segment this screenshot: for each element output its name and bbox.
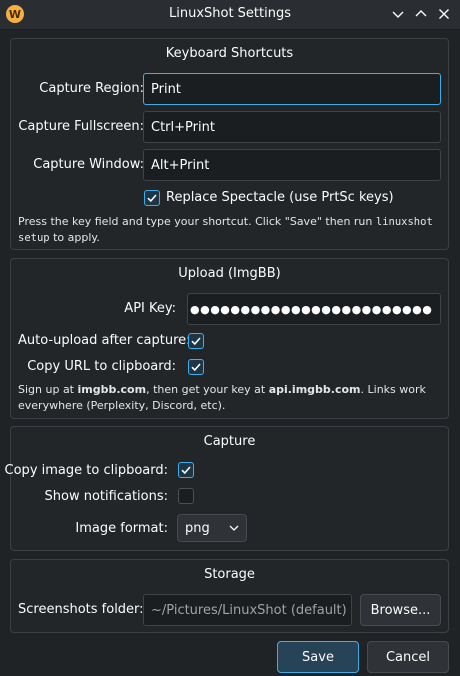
checkmark-icon (181, 466, 191, 475)
api-imgbb-link[interactable]: api.imgbb.com (269, 383, 361, 396)
save-button[interactable]: Save (277, 641, 359, 673)
close-button[interactable] (434, 4, 454, 24)
capture-fullscreen-field[interactable]: Ctrl+Print (143, 111, 441, 143)
api-key-label: API Key: (124, 301, 176, 316)
group-title-capture: Capture (203, 434, 256, 449)
replace-spectacle-label[interactable]: Replace Spectacle (use PrtSc keys) (166, 190, 394, 205)
maximize-button[interactable] (411, 4, 431, 24)
capture-window-label: Capture Window: (33, 157, 144, 172)
title-bar: W LinuxShot Settings (0, 0, 460, 30)
api-key-field[interactable]: ●●●●●●●●●●●●●●●●●●●●●●●● (187, 293, 441, 325)
keyboard-shortcuts-group: Keyboard Shortcuts Capture Region: Print… (10, 38, 449, 250)
chevron-down-icon (229, 525, 239, 531)
auto-upload-label: Auto-upload after capture: (18, 333, 191, 348)
copy-image-label: Copy image to clipboard: (4, 463, 168, 478)
capture-region-label: Capture Region: (39, 81, 144, 96)
group-title-storage: Storage (204, 567, 255, 582)
upload-hint: Sign up at imgbb.com, then get your key … (18, 383, 426, 412)
image-format-label: Image format: (75, 521, 168, 536)
auto-upload-checkbox[interactable] (188, 333, 204, 349)
group-title-keyboard: Keyboard Shortcuts (165, 46, 294, 61)
capture-group: Capture Copy image to clipboard: Show no… (5, 426, 449, 551)
chevron-up-icon (415, 10, 427, 17)
capture-region-field[interactable]: Print (143, 73, 441, 105)
image-format-select[interactable]: png (177, 514, 247, 542)
checkmark-icon (191, 363, 201, 372)
imgbb-link[interactable]: imgbb.com (78, 383, 147, 396)
cancel-button[interactable]: Cancel (367, 641, 449, 673)
screenshots-folder-field[interactable]: ~/Pictures/LinuxShot (default) (143, 594, 352, 626)
upload-group: Upload (ImgBB) API Key: ●●●●●●●●●●●●●●●●… (10, 258, 449, 419)
copy-url-label: Copy URL to clipboard: (27, 359, 176, 374)
replace-spectacle-checkbox[interactable] (144, 190, 160, 206)
storage-group: Storage Screenshots folder: ~/Pictures/L… (10, 559, 449, 633)
capture-fullscreen-label: Capture Fullscreen: (18, 119, 144, 134)
checkmark-icon (191, 337, 201, 346)
chevron-down-icon (392, 11, 404, 18)
keyboard-hint: Press the key field and type your shortc… (18, 215, 433, 244)
screenshots-folder-label: Screenshots folder: (18, 602, 144, 617)
show-notifications-checkbox[interactable] (178, 488, 194, 504)
copy-image-checkbox[interactable] (178, 462, 194, 478)
show-notifications-label: Show notifications: (44, 489, 168, 504)
copy-url-checkbox[interactable] (188, 359, 204, 375)
browse-button[interactable]: Browse... (360, 594, 441, 626)
close-icon (439, 9, 449, 19)
minimize-button[interactable] (388, 4, 408, 24)
group-title-upload: Upload (ImgBB) (178, 266, 281, 281)
capture-window-field[interactable]: Alt+Print (143, 149, 441, 181)
image-format-value: png (185, 520, 210, 536)
checkmark-icon (147, 194, 157, 203)
